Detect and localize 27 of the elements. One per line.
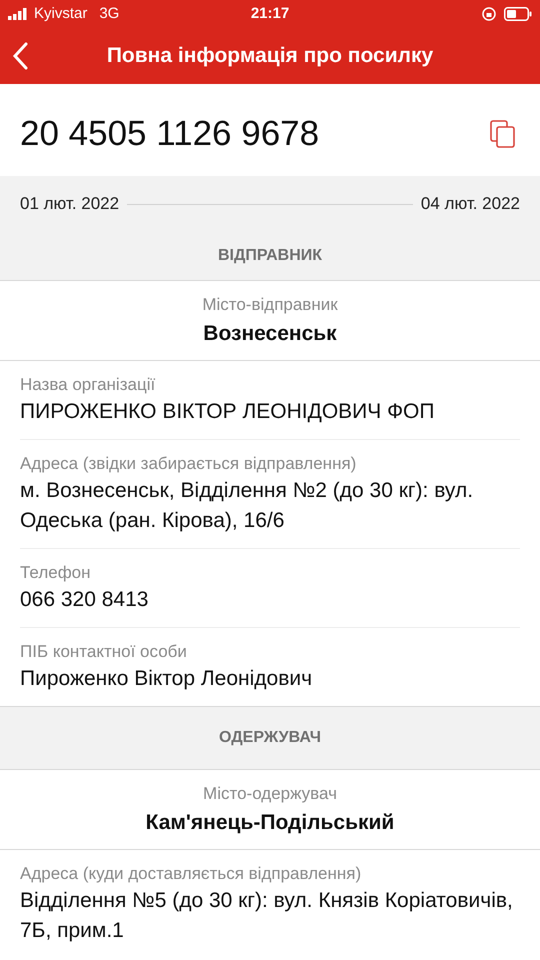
field-value: Відділення №5 (до 30 кг): вул. Князів Коріатовичів, 7Б, прим.1 (20, 888, 514, 944)
field-label: Адреса (куди доставляється відправлення) (20, 863, 362, 885)
field-label: Назва організації (20, 374, 156, 396)
tracking-number: 20 4505 1126 9678 (20, 112, 320, 155)
field-value: 066 320 8413 (20, 587, 150, 613)
end-date: 04 лют. 2022 (420, 193, 520, 216)
field-label: ПІБ контактної особи (20, 641, 188, 663)
field-value: ПИРОЖЕНКО ВІКТОР ЛЕОНІДОВИЧ ФОП (20, 399, 436, 425)
network-type: 3G (99, 4, 120, 24)
field-value: м. Вознесенськ, Відділення №2 (до 30 кг): вул. Одеська (ран. Кірова), 16/6 (20, 478, 474, 534)
section-title: ВІДПРАВНИК (218, 246, 322, 266)
field-value: Пироженко Віктор Леонідович (20, 666, 314, 692)
city-name: Кам'янець-Подільський (146, 810, 394, 836)
status-time: 21:17 (250, 4, 290, 24)
start-date: 01 лют. 2022 (20, 193, 120, 216)
rotation-lock-icon (482, 7, 496, 21)
back-icon (12, 42, 28, 70)
carrier-name: Kyivstar (34, 4, 88, 24)
copy-icon (490, 120, 516, 148)
section-title: ОДЕРЖУВАЧ (219, 728, 321, 748)
city-label: Місто-відправник (202, 294, 338, 316)
field-label: Адреса (звідки забирається відправлення) (20, 453, 358, 475)
field-label: Телефон (20, 562, 92, 584)
city-label: Місто-одержувач (203, 783, 337, 805)
city-name: Вознесенськ (203, 320, 337, 346)
screen-title: Повна інформація про посилку (106, 43, 434, 70)
battery-icon (504, 7, 532, 21)
